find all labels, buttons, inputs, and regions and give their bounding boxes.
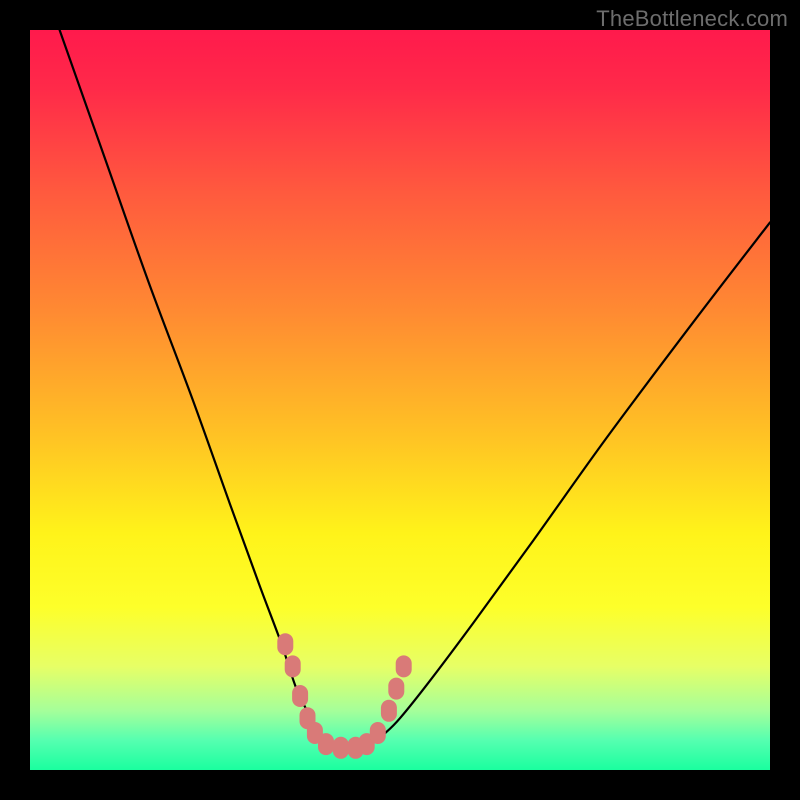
curve-marker xyxy=(277,633,293,655)
curve-marker xyxy=(396,655,412,677)
curve-marker xyxy=(318,733,334,755)
outer-frame: TheBottleneck.com xyxy=(0,0,800,800)
curve-marker xyxy=(292,685,308,707)
marker-group xyxy=(277,633,411,759)
bottleneck-curve xyxy=(60,30,770,749)
curve-marker xyxy=(388,678,404,700)
plot-area xyxy=(30,30,770,770)
curve-marker xyxy=(285,655,301,677)
curve-marker xyxy=(370,722,386,744)
curve-marker xyxy=(381,700,397,722)
watermark-text: TheBottleneck.com xyxy=(596,6,788,32)
curve-layer xyxy=(30,30,770,770)
curve-marker xyxy=(333,737,349,759)
